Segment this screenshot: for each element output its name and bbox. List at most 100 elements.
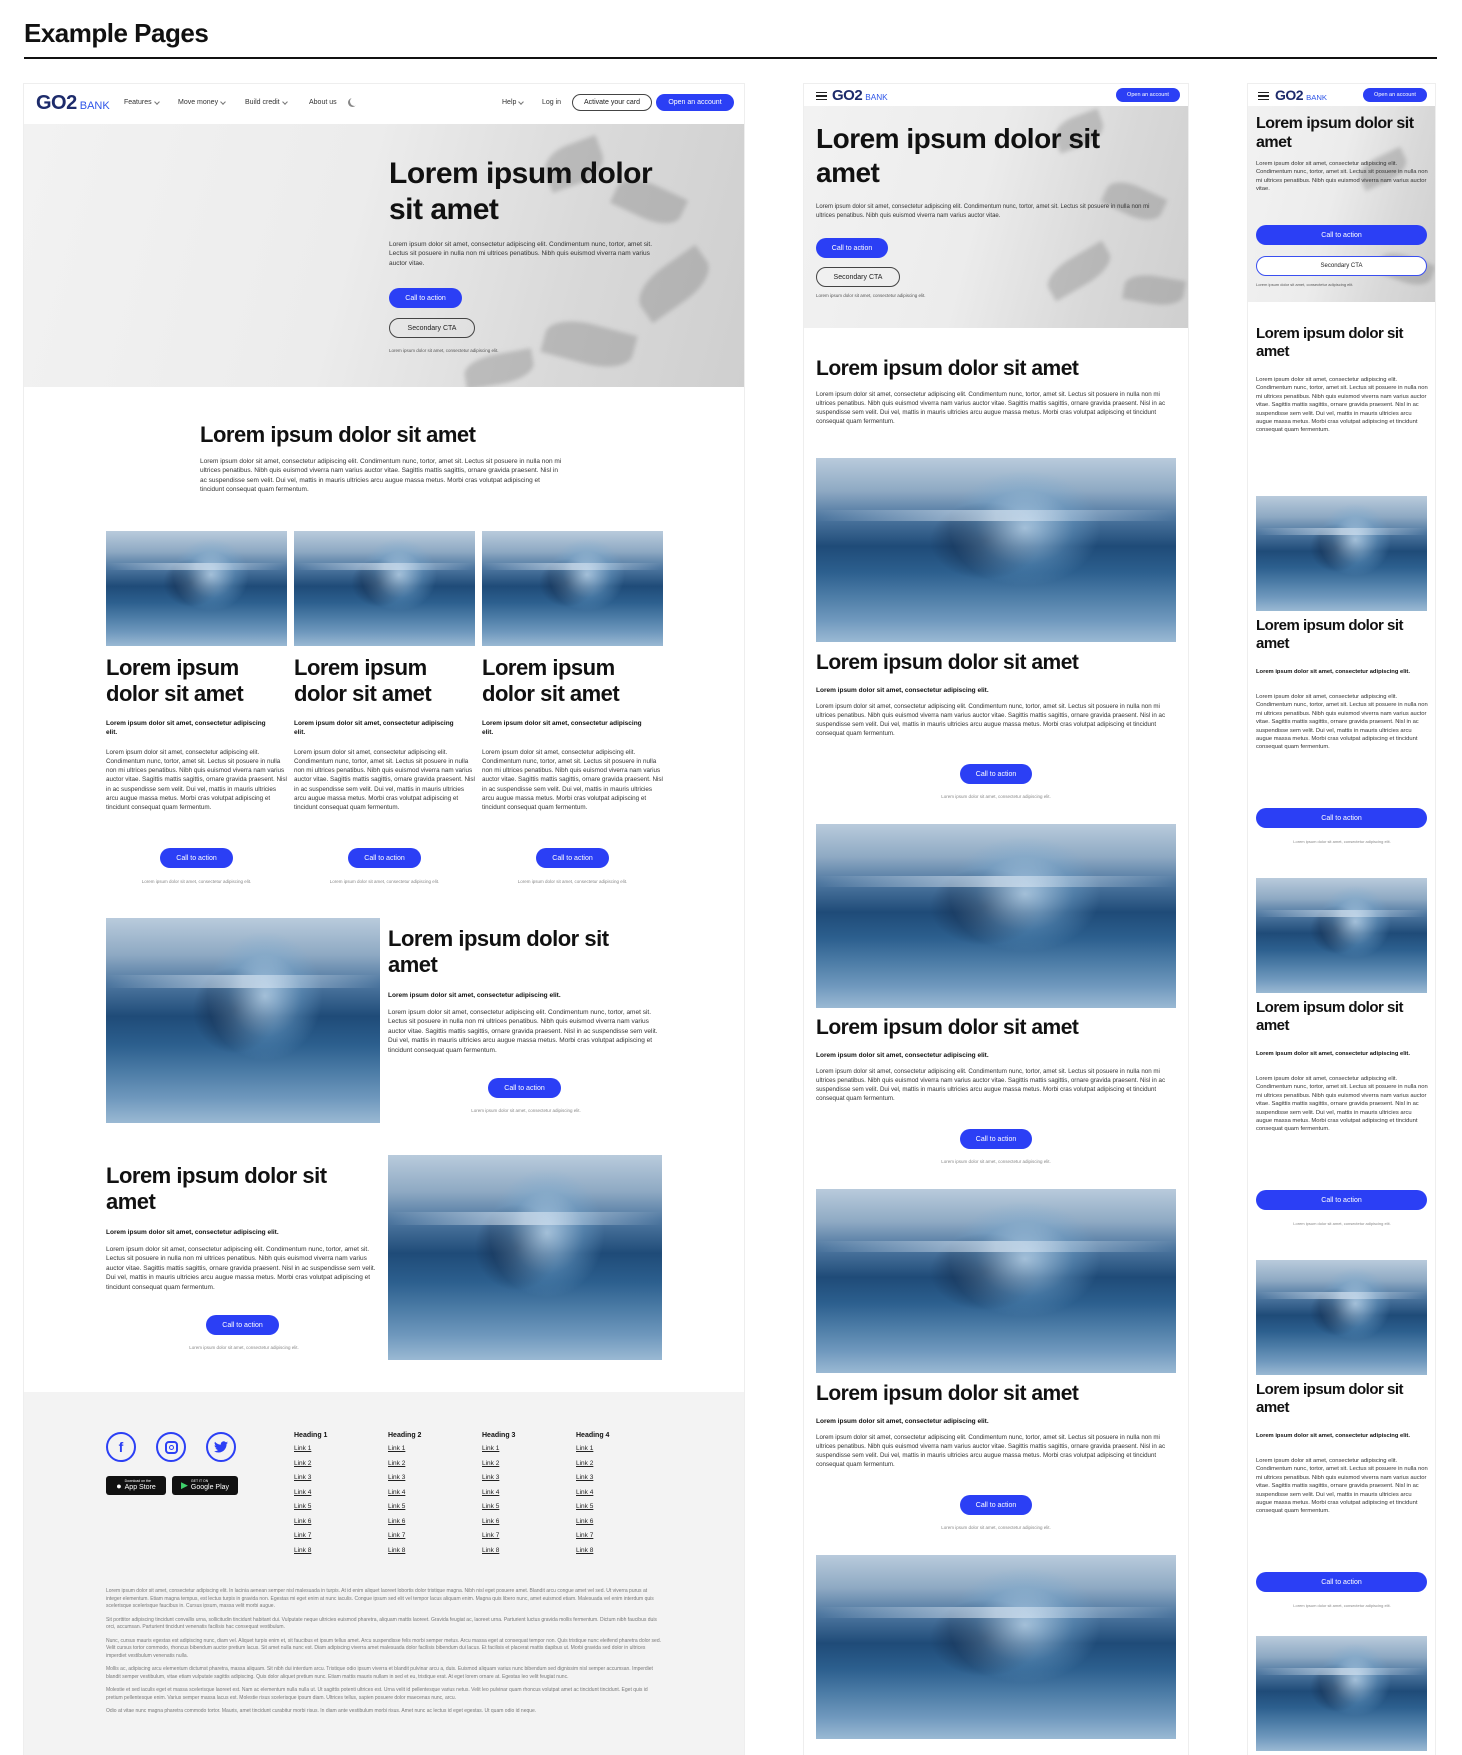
- hero-section: Lorem ipsum dolor sit amet Lorem ipsum d…: [24, 124, 744, 387]
- nav-move-money[interactable]: Move money: [178, 98, 226, 106]
- footer-link[interactable]: Link 8: [482, 1544, 576, 1559]
- go2bank-logo[interactable]: GO2 BANK: [832, 87, 888, 104]
- moon-icon[interactable]: [350, 97, 359, 106]
- wave-image: [816, 824, 1176, 1008]
- open-account-button[interactable]: Open an account: [1116, 88, 1180, 102]
- open-account-button[interactable]: Open an account: [1363, 88, 1427, 102]
- card-caption: Lorem ipsum dolor sit amet, consectetur …: [329, 879, 440, 884]
- card-cta-button[interactable]: Call to action: [536, 848, 609, 868]
- hero-secondary-button[interactable]: Secondary CTA: [389, 318, 475, 338]
- footer-heading: Heading 3: [482, 1432, 516, 1439]
- go2bank-logo[interactable]: GO2 BANK: [36, 92, 110, 115]
- footer-link[interactable]: Link 5: [388, 1500, 482, 1515]
- card-lead: Lorem ipsum dolor sit amet, consectetur …: [1256, 1433, 1410, 1439]
- nav-help[interactable]: Help: [502, 98, 525, 106]
- footer-link[interactable]: Link 7: [388, 1529, 482, 1544]
- activate-card-button[interactable]: Activate your card: [572, 94, 652, 111]
- footer-link[interactable]: Link 7: [576, 1529, 670, 1544]
- hero-secondary-button[interactable]: Secondary CTA: [1256, 256, 1427, 276]
- footer-link[interactable]: Link 1: [482, 1442, 576, 1457]
- intro-body: Lorem ipsum dolor sit amet, consectetur …: [1256, 377, 1428, 434]
- card-body: Lorem ipsum dolor sit amet, consectetur …: [294, 749, 475, 811]
- footer-link[interactable]: Link 2: [576, 1457, 670, 1472]
- menu-icon[interactable]: [1258, 92, 1269, 100]
- footer-link[interactable]: Link 5: [482, 1500, 576, 1515]
- footer-link[interactable]: Link 4: [388, 1486, 482, 1501]
- footer-link[interactable]: Link 3: [388, 1471, 482, 1486]
- hero-body: Lorem ipsum dolor sit amet, consectetur …: [816, 204, 1150, 219]
- footer-link[interactable]: Link 8: [294, 1544, 388, 1559]
- footer-link[interactable]: Link 6: [482, 1515, 576, 1530]
- card-caption: Lorem ipsum dolor sit amet, consectetur …: [1293, 1221, 1391, 1226]
- hero-cta-button[interactable]: Call to action: [389, 288, 462, 308]
- wave-image: [1256, 1636, 1427, 1751]
- facebook-icon[interactable]: f: [106, 1432, 136, 1462]
- footer-link[interactable]: Link 3: [294, 1471, 388, 1486]
- card-cta-button[interactable]: Call to action: [1256, 1190, 1427, 1210]
- footer-link[interactable]: Link 1: [388, 1442, 482, 1457]
- card-cta-button[interactable]: Call to action: [1256, 1572, 1427, 1592]
- footer-link[interactable]: Link 3: [482, 1471, 576, 1486]
- card-cta-button[interactable]: Call to action: [960, 1129, 1032, 1149]
- hero-disclaimer: Lorem ipsum dolor sit amet, consectetur …: [1256, 282, 1354, 287]
- card-cta-button[interactable]: Call to action: [348, 848, 421, 868]
- footer-link[interactable]: Link 5: [294, 1500, 388, 1515]
- go2bank-logo[interactable]: GO2 BANK: [1275, 87, 1327, 103]
- feature-cta-button[interactable]: Call to action: [206, 1315, 279, 1335]
- footer-link[interactable]: Link 3: [576, 1471, 670, 1486]
- card-lead: Lorem ipsum dolor sit amet, consectetur …: [106, 720, 266, 736]
- title-divider: [24, 57, 1437, 59]
- card-body: Lorem ipsum dolor sit amet, consectetur …: [816, 1068, 1166, 1102]
- card-lead: Lorem ipsum dolor sit amet, consectetur …: [816, 687, 989, 694]
- footer-link[interactable]: Link 2: [294, 1457, 388, 1472]
- wave-image: [294, 531, 475, 646]
- footer-link[interactable]: Link 8: [576, 1544, 670, 1559]
- google-play-badge[interactable]: ▶ GET IT ON Google Play: [172, 1476, 238, 1495]
- nav-login[interactable]: Log in: [542, 99, 561, 106]
- footer-column: Heading 1 Link 1 Link 2 Link 3 Link 4 Li…: [294, 1432, 388, 1558]
- play-icon: ▶: [180, 1480, 188, 1490]
- footer-link[interactable]: Link 6: [576, 1515, 670, 1530]
- tablet-frame: GO2 BANK Open an account Lorem ipsum dolo…: [804, 84, 1188, 1755]
- card-cta-button[interactable]: Call to action: [960, 1495, 1032, 1515]
- footer-link[interactable]: Link 4: [482, 1486, 576, 1501]
- card-cta-button[interactable]: Call to action: [1256, 808, 1427, 828]
- footer-link[interactable]: Link 4: [576, 1486, 670, 1501]
- footer-link[interactable]: Link 5: [576, 1500, 670, 1515]
- open-account-button[interactable]: Open an account: [656, 94, 734, 111]
- footer-column: Heading 3 Link 1 Link 2 Link 3 Link 4 Li…: [482, 1432, 576, 1558]
- footer-link[interactable]: Link 7: [294, 1529, 388, 1544]
- footer-link[interactable]: Link 1: [576, 1442, 670, 1457]
- hero-secondary-button[interactable]: Secondary CTA: [816, 267, 900, 287]
- footer-link[interactable]: Link 6: [294, 1515, 388, 1530]
- footer-link[interactable]: Link 2: [482, 1457, 576, 1472]
- menu-icon[interactable]: [816, 92, 827, 100]
- card-lead: Lorem ipsum dolor sit amet, consectetur …: [816, 1052, 989, 1059]
- footer-link[interactable]: Link 4: [294, 1486, 388, 1501]
- footer-heading: Heading 1: [294, 1432, 328, 1439]
- feature-caption: Lorem ipsum dolor sit amet, consectetur …: [189, 1345, 299, 1350]
- footer-link[interactable]: Link 1: [294, 1442, 388, 1457]
- card-cta-button[interactable]: Call to action: [160, 848, 233, 868]
- nav-features[interactable]: Features: [124, 98, 160, 106]
- card-cta-button[interactable]: Call to action: [960, 764, 1032, 784]
- hero-cta-button[interactable]: Call to action: [816, 238, 888, 258]
- wave-image: [1256, 1260, 1427, 1375]
- footer-link[interactable]: Link 6: [388, 1515, 482, 1530]
- hero-body: Lorem ipsum dolor sit amet, consectetur …: [389, 241, 653, 267]
- wave-image: [816, 1555, 1176, 1739]
- footer-link[interactable]: Link 2: [388, 1457, 482, 1472]
- nav-about[interactable]: About us: [309, 99, 337, 106]
- instagram-icon[interactable]: [156, 1432, 186, 1462]
- card-lead: Lorem ipsum dolor sit amet, consectetur …: [294, 720, 454, 736]
- twitter-icon[interactable]: [206, 1432, 236, 1462]
- feature-body: Lorem ipsum dolor sit amet, consectetur …: [388, 1009, 658, 1054]
- feature-body: Lorem ipsum dolor sit amet, consectetur …: [106, 1246, 376, 1291]
- nav-build-credit[interactable]: Build credit: [245, 98, 288, 106]
- hero-title: Lorem ipsum dolor sit amet: [1256, 115, 1414, 152]
- footer-link[interactable]: Link 8: [388, 1544, 482, 1559]
- feature-cta-button[interactable]: Call to action: [488, 1078, 561, 1098]
- app-store-badge[interactable]: ● Download on the App Store: [106, 1476, 166, 1495]
- footer-link[interactable]: Link 7: [482, 1529, 576, 1544]
- hero-cta-button[interactable]: Call to action: [1256, 225, 1427, 245]
